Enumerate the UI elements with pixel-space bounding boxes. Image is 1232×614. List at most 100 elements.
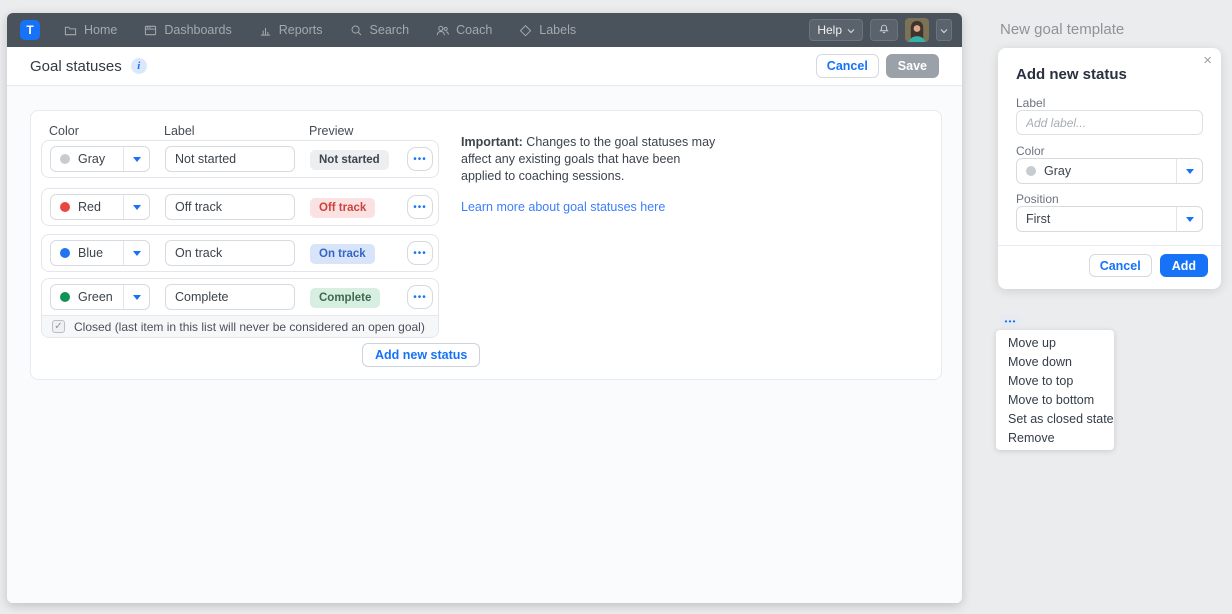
nav-item-coach[interactable]: Coach [436,23,492,37]
page-content: Color Label Preview Gray Not started ••• [7,86,962,603]
bell-icon [878,21,890,39]
info-icon[interactable]: i [130,58,147,74]
important-notice: Important: Changes to the goal statuses … [461,134,723,185]
row-menu-trigger-button[interactable]: ••• [1000,313,1021,328]
color-select[interactable]: Red [50,194,150,220]
label-input[interactable] [165,146,295,172]
menu-item-set-closed-state[interactable]: Set as closed state [996,409,1114,428]
label-input[interactable] [165,240,295,266]
chevron-down-icon [940,21,948,39]
nav-item-home[interactable]: Home [64,23,117,37]
row-menu-button[interactable]: ••• [407,285,433,309]
save-button[interactable]: Save [885,54,939,78]
page-header: Goal statuses i Cancel Save [7,47,962,86]
menu-item-move-to-bottom[interactable]: Move to bottom [996,390,1114,409]
modal-title: Add new status [1016,66,1127,83]
menu-item-move-up[interactable]: Move up [996,333,1114,352]
tag-icon [519,24,532,37]
notifications-button[interactable] [870,19,898,41]
chevron-down-icon [847,23,855,37]
color-dot [60,202,70,212]
status-row: Red Off track ••• [41,188,439,226]
nav-item-label: Labels [539,23,577,37]
color-select[interactable]: Gray [50,146,150,172]
nav-items: Home Dashboards Reports Search Coach Lab… [64,23,576,37]
chevron-down-icon [123,241,149,265]
menu-item-move-down[interactable]: Move down [996,352,1114,371]
color-select-value: Red [78,200,101,214]
closed-row: ✓ Closed (last item in this list will ne… [42,315,438,337]
cancel-button[interactable]: Cancel [815,54,879,78]
nav-item-labels[interactable]: Labels [519,23,576,37]
menu-item-remove[interactable]: Remove [996,428,1114,447]
side-panel-title: New goal template [1000,21,1125,38]
goal-statuses-card: Color Label Preview Gray Not started ••• [30,110,942,380]
column-header-preview: Preview [309,124,354,138]
folder-icon [64,24,77,37]
menu-item-move-to-top[interactable]: Move to top [996,371,1114,390]
status-badge: Complete [310,288,381,308]
page-title: Goal statuses [30,57,122,75]
status-badge: Off track [310,198,376,218]
color-select[interactable]: Green [50,284,150,310]
nav-item-label: Coach [456,23,493,37]
nav-item-label: Dashboards [164,23,232,37]
modal-cancel-button[interactable]: Cancel [1088,254,1152,277]
color-select-value: Green [78,290,113,304]
modal-footer: Cancel Add [1088,254,1208,277]
column-header-color: Color [49,124,79,138]
chevron-down-icon [123,195,149,219]
people-icon [436,24,450,37]
nav-item-label: Search [369,23,410,37]
label-field-label: Label [1016,96,1046,110]
nav-item-search[interactable]: Search [350,23,410,37]
dashboards-icon [144,24,157,37]
color-field-select[interactable]: Gray [1016,158,1203,184]
position-select-value: First [1026,212,1051,226]
color-field-label: Color [1016,144,1045,158]
add-new-status-button[interactable]: Add new status [362,343,481,367]
search-icon [350,24,363,37]
nav-item-label: Home [84,23,118,37]
app-window: T Home Dashboards Reports Search Coach L… [7,13,962,603]
account-menu-button[interactable] [936,19,952,41]
nav-item-label: Reports [278,23,323,37]
color-dot [60,248,70,258]
color-select[interactable]: Blue [50,240,150,266]
nav-right-controls: Help [809,18,952,42]
closed-checkbox[interactable]: ✓ [52,320,65,333]
position-field-select[interactable]: First [1016,206,1203,232]
help-button-label: Help [817,23,842,37]
status-row: Blue On track ••• [41,234,439,272]
learn-more-link[interactable]: Learn more about goal statuses here [461,200,665,214]
help-button[interactable]: Help [809,19,863,41]
modal-add-button[interactable]: Add [1159,254,1208,277]
row-menu-button[interactable]: ••• [407,195,433,219]
bar-chart-icon [259,24,272,37]
chevron-down-icon [1176,159,1202,183]
nav-item-reports[interactable]: Reports [259,23,323,37]
label-input[interactable] [165,194,295,220]
color-dot [1026,166,1036,176]
color-select-value: Gray [1044,164,1072,178]
label-field-input[interactable] [1016,110,1203,135]
color-dot [60,154,70,164]
color-select-value: Blue [78,246,104,260]
label-input[interactable] [165,284,295,310]
row-menu-button[interactable]: ••• [407,147,433,171]
top-nav: T Home Dashboards Reports Search Coach L… [7,13,962,47]
chevron-down-icon [1176,207,1202,231]
nav-item-dashboards[interactable]: Dashboards [144,23,232,37]
status-row-closed: Green Complete ••• ✓ Closed (last item i… [41,278,439,338]
row-menu-button[interactable]: ••• [407,241,433,265]
close-icon[interactable]: × [1203,52,1212,70]
position-field-label: Position [1016,192,1059,206]
color-dot [60,292,70,302]
avatar[interactable] [905,18,929,42]
modal-divider [998,245,1221,246]
status-row: Gray Not started ••• [41,140,439,178]
status-badge: On track [310,244,375,264]
status-row: Green Complete ••• [42,279,438,315]
app-logo[interactable]: T [20,20,40,40]
column-header-label: Label [164,124,195,138]
